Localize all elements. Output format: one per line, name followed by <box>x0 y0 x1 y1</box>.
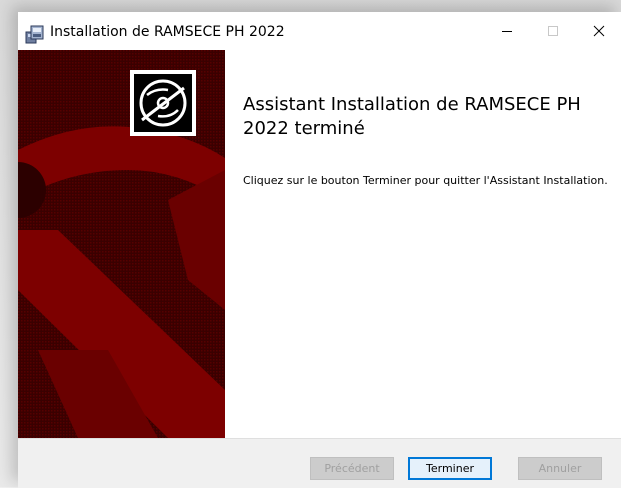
close-icon <box>593 25 605 37</box>
installer-window: Installation de RAMSECE PH 2022 Assistan… <box>18 12 621 488</box>
minimize-button[interactable] <box>484 12 530 50</box>
installer-banner <box>18 50 225 438</box>
minimize-icon <box>502 31 512 32</box>
window-title: Installation de RAMSECE PH 2022 <box>50 24 285 40</box>
back-button: Précédent <box>310 457 394 480</box>
finish-button[interactable]: Terminer <box>408 457 492 480</box>
content-panel: Assistant Installation de RAMSECE PH 202… <box>225 50 621 438</box>
installer-app-icon <box>25 25 44 44</box>
maximize-icon <box>548 26 558 36</box>
page-title: Assistant Installation de RAMSECE PH 202… <box>243 94 581 139</box>
button-bar: Précédent Terminer Annuler <box>18 438 621 488</box>
maximize-button <box>530 12 576 50</box>
close-button[interactable] <box>576 12 621 50</box>
banner-artwork <box>18 50 225 438</box>
cancel-button: Annuler <box>518 457 602 480</box>
instruction-text: Cliquez sur le bouton Terminer pour quit… <box>243 174 608 187</box>
title-bar[interactable]: Installation de RAMSECE PH 2022 <box>18 12 621 50</box>
